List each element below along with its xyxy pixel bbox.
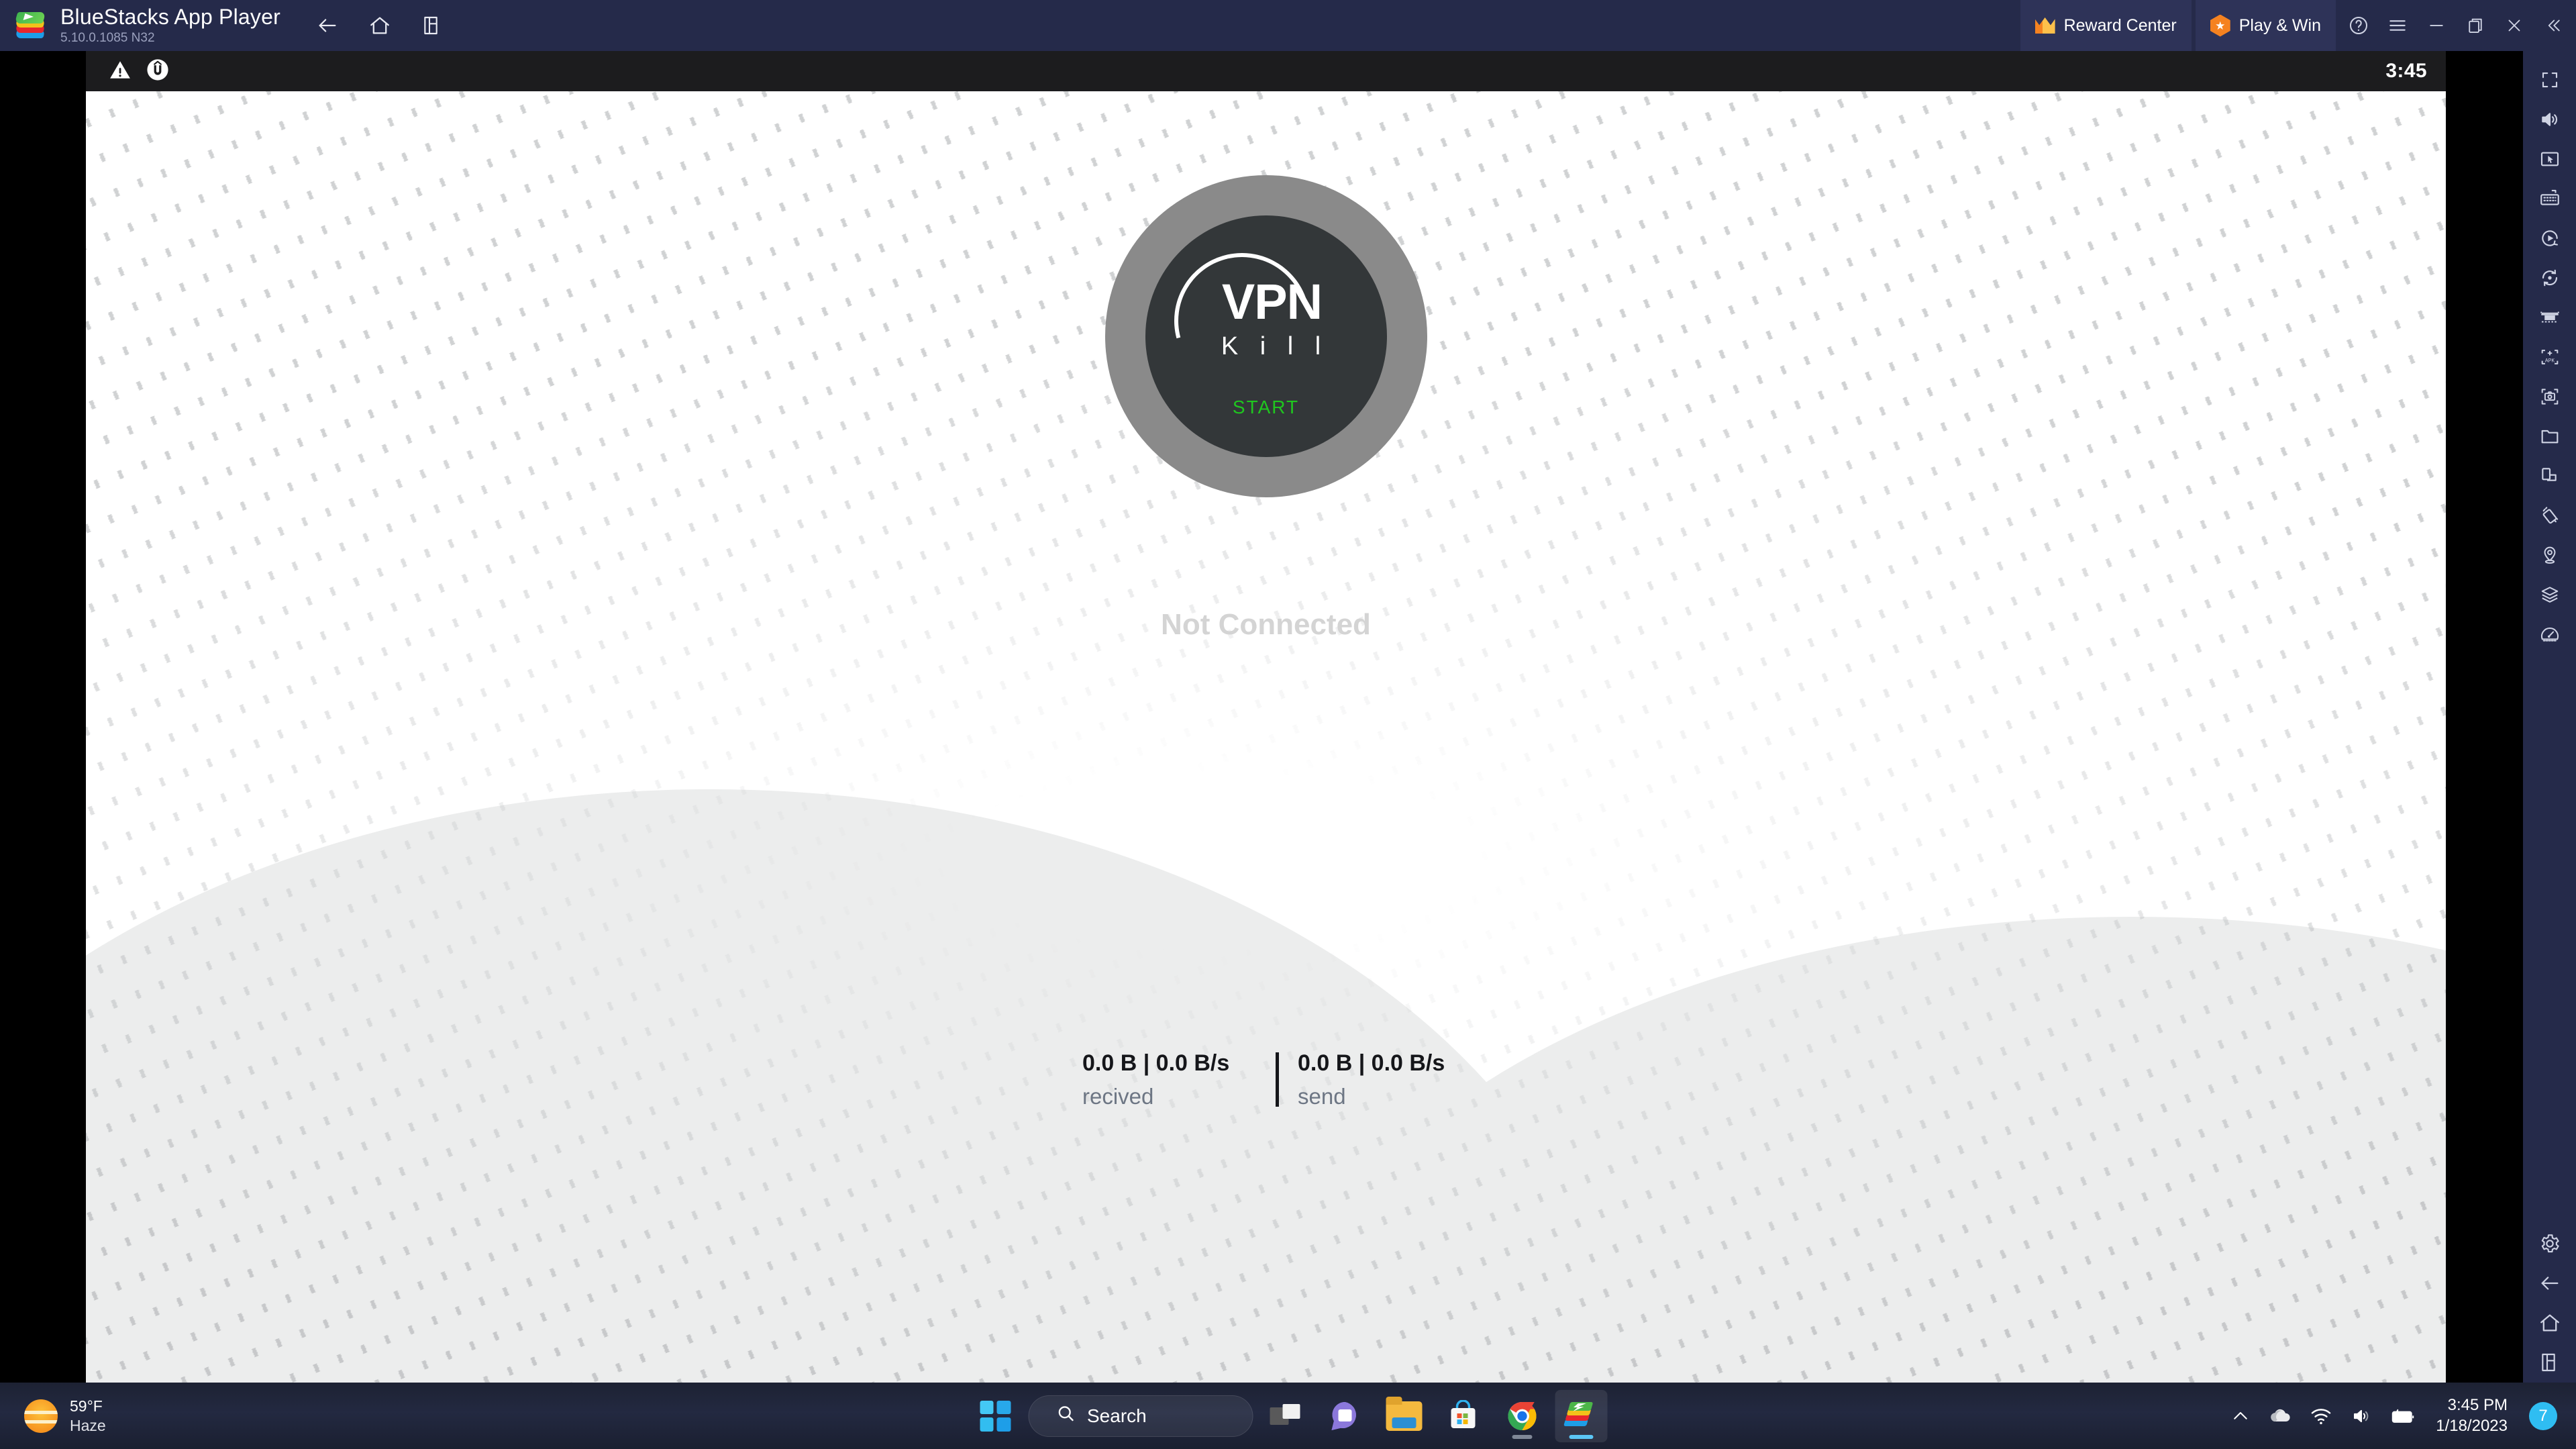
sent-stat: 0.0 B | 0.0 B/s send — [1298, 1050, 1445, 1109]
macro-record-icon[interactable] — [2528, 219, 2571, 258]
battery-charging-icon[interactable] — [2390, 1407, 2416, 1426]
reward-center-label: Reward Center — [2063, 15, 2177, 35]
vpn-app-screen: VPN K i l l START Not Connected 0.0 B | … — [86, 91, 2446, 1383]
weather-text: 59°F Haze — [70, 1397, 106, 1436]
teams-chat-icon[interactable] — [1319, 1390, 1371, 1442]
clock-date: 1/18/2023 — [2436, 1416, 2508, 1435]
vpn-circle-icon — [146, 58, 169, 85]
home-icon[interactable] — [2528, 1303, 2571, 1342]
received-label: recived — [1082, 1084, 1154, 1109]
running-indicator — [1512, 1434, 1532, 1439]
taskbar-center: Search — [969, 1389, 1607, 1442]
vpn-start-label: START — [1232, 397, 1300, 417]
warning-triangle-icon — [109, 58, 132, 85]
running-indicator — [1569, 1434, 1593, 1439]
android-clock: 3:45 — [2385, 60, 2427, 82]
bluestacks-icon[interactable] — [1555, 1389, 1607, 1442]
settings-gear-icon[interactable] — [2528, 1224, 2571, 1263]
connection-status: Not Connected — [1161, 608, 1371, 641]
rotate-icon[interactable] — [2528, 258, 2571, 297]
performance-meter-icon[interactable] — [2528, 615, 2571, 654]
volume-icon[interactable] — [2350, 1406, 2373, 1426]
multi-instance-manager-icon[interactable] — [2528, 298, 2571, 337]
layers-icon[interactable] — [2528, 575, 2571, 614]
cursor-controls-icon[interactable] — [2528, 140, 2571, 179]
microsoft-store-icon[interactable] — [1437, 1390, 1489, 1442]
show-hidden-icons-chevron[interactable] — [2230, 1406, 2251, 1426]
menu-icon[interactable] — [2380, 0, 2415, 51]
background-blob — [1260, 917, 2446, 1383]
back-icon[interactable] — [313, 11, 342, 40]
location-pin-icon[interactable] — [2528, 536, 2571, 574]
system-tray: 3:45 PM 1/18/2023 7 — [2230, 1395, 2576, 1436]
window-buttons — [2341, 0, 2576, 51]
install-apk-icon[interactable]: APK — [2528, 338, 2571, 377]
received-stat: 0.0 B | 0.0 B/s recived — [1082, 1050, 1257, 1109]
vpn-kill-logo: VPN K i l l — [1149, 228, 1363, 413]
bluestacks-sidebar: APK — [2523, 51, 2576, 1383]
media-folder-icon[interactable] — [2528, 417, 2571, 456]
vpn-logo-secondary: K i l l — [1221, 332, 1329, 360]
sent-label: send — [1298, 1084, 1346, 1109]
sent-value: 0.0 B | 0.0 B/s — [1298, 1050, 1445, 1076]
recents-icon[interactable] — [2528, 1343, 2571, 1382]
titlebar: BlueStacks App Player 5.10.0.1085 N32 Re… — [0, 0, 2576, 51]
received-value: 0.0 B | 0.0 B/s — [1082, 1050, 1230, 1076]
titlebar-nav — [313, 11, 447, 40]
search-icon — [1055, 1403, 1076, 1428]
bluestacks-window: BlueStacks App Player 5.10.0.1085 N32 Re… — [0, 0, 2576, 1383]
weather-widget[interactable]: 59°F Haze — [24, 1397, 106, 1436]
svg-text:APK: APK — [2544, 358, 2555, 364]
onedrive-cloud-icon[interactable] — [2268, 1407, 2292, 1426]
fullscreen-icon[interactable] — [2528, 60, 2571, 99]
keyboard-icon[interactable] — [2528, 179, 2571, 218]
vpn-power-button[interactable]: VPN K i l l START — [1104, 175, 1427, 497]
shake-icon[interactable] — [2528, 496, 2571, 535]
wifi-icon[interactable] — [2310, 1406, 2332, 1426]
crown-icon — [2034, 17, 2055, 34]
windows-logo-icon — [980, 1400, 1011, 1432]
transfer-stats: 0.0 B | 0.0 B/s recived 0.0 B | 0.0 B/s … — [1082, 1050, 1445, 1109]
volume-icon[interactable] — [2528, 100, 2571, 139]
taskbar-clock[interactable]: 3:45 PM 1/18/2023 — [2436, 1395, 2508, 1436]
search-input[interactable]: Search — [1028, 1395, 1253, 1437]
app-title-block: BlueStacks App Player 5.10.0.1085 N32 — [60, 6, 280, 45]
titlebar-right: Reward Center ★ Play & Win — [2020, 0, 2576, 51]
bluestacks-logo-icon — [14, 10, 46, 41]
file-explorer-icon[interactable] — [1378, 1390, 1430, 1442]
clock-time: 3:45 PM — [2447, 1395, 2508, 1414]
android-status-bar: 3:45 — [86, 51, 2446, 91]
play-and-win-label: Play & Win — [2238, 15, 2321, 35]
play-and-win-button[interactable]: ★ Play & Win — [2195, 0, 2336, 51]
search-placeholder-text: Search — [1087, 1405, 1147, 1426]
windows-taskbar: 59°F Haze Search 3:45 PM 1/18/2023 7 — [0, 1383, 2576, 1449]
status-bar-icons — [109, 58, 169, 85]
help-icon[interactable] — [2341, 0, 2376, 51]
close-button[interactable] — [2497, 0, 2532, 51]
stats-divider — [1276, 1052, 1279, 1107]
multi-instance-icon[interactable] — [417, 11, 447, 40]
weather-condition: Haze — [70, 1416, 106, 1434]
google-chrome-icon[interactable] — [1496, 1390, 1548, 1442]
restore-button[interactable] — [2458, 0, 2493, 51]
task-view-icon[interactable] — [1259, 1390, 1312, 1442]
screenshot-icon[interactable] — [2528, 377, 2571, 416]
minimize-button[interactable] — [2419, 0, 2454, 51]
folder-icon — [1386, 1396, 1422, 1431]
home-icon[interactable] — [365, 11, 395, 40]
haze-sun-icon — [24, 1399, 58, 1433]
notification-badge[interactable]: 7 — [2529, 1401, 2557, 1430]
app-version: 5.10.0.1085 N32 — [60, 30, 155, 45]
star-icon: ★ — [2210, 14, 2230, 37]
reward-center-button[interactable]: Reward Center — [2020, 0, 2192, 51]
start-button[interactable] — [969, 1390, 1021, 1442]
back-arrow-icon[interactable] — [2528, 1264, 2571, 1303]
copy-to-pc-icon[interactable] — [2528, 456, 2571, 495]
collapse-icon[interactable] — [2536, 0, 2571, 51]
vpn-inner-circle: VPN K i l l START — [1145, 215, 1387, 457]
app-title: BlueStacks App Player — [60, 5, 280, 30]
weather-temperature: 59°F — [70, 1397, 103, 1415]
vpn-logo-primary: VPN — [1221, 274, 1323, 330]
